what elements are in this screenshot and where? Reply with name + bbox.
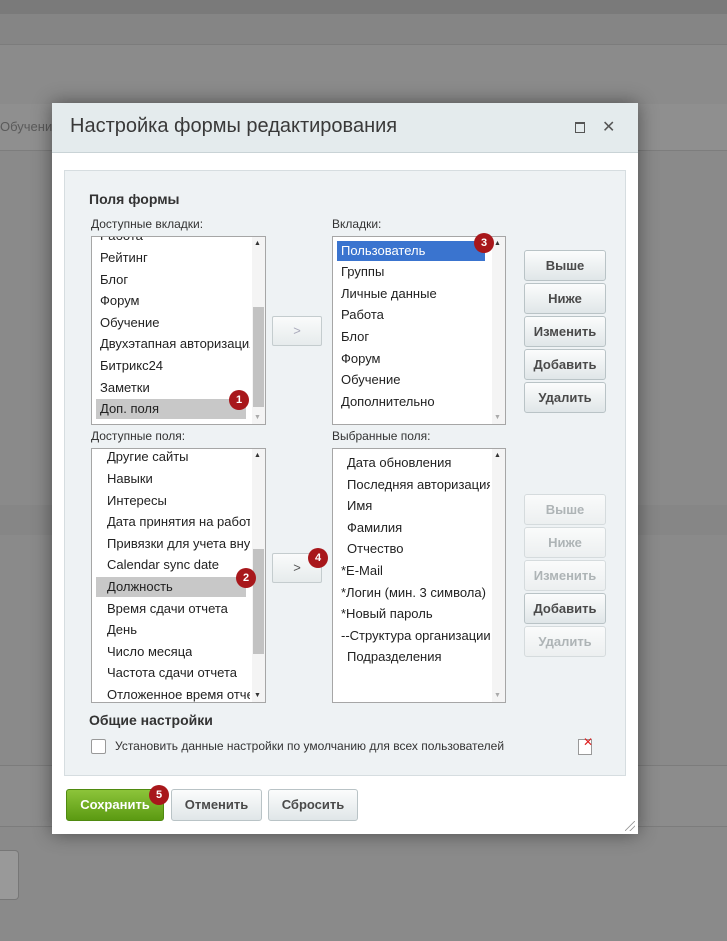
available-tabs-label: Доступные вкладки: (91, 217, 204, 231)
section-title-fields: Поля формы (89, 191, 180, 207)
list-item[interactable]: Последняя авторизация (347, 475, 490, 495)
available-fields-label: Доступные поля: (91, 429, 186, 443)
selected-fields-label: Выбранные поля: (332, 429, 431, 443)
list-item[interactable]: *E-Mail (341, 561, 383, 581)
resize-grip-icon[interactable] (625, 821, 635, 831)
tab-down-button[interactable]: Ниже (524, 283, 606, 314)
list-item[interactable]: Дополнительно (341, 392, 435, 412)
step-badge-4: 4 (308, 548, 328, 568)
bg-header (0, 14, 727, 44)
list-item[interactable]: Личные данные (341, 284, 437, 304)
step-badge-1: 1 (229, 390, 249, 410)
list-item[interactable]: Дата обновления (347, 453, 490, 473)
list-item[interactable]: Фамилия (347, 518, 402, 538)
list-item[interactable]: *Новый пароль (341, 604, 433, 624)
tab-delete-button[interactable]: Удалить (524, 382, 606, 413)
close-icon[interactable]: ✕ (602, 117, 615, 137)
field-add-button[interactable]: Добавить (524, 593, 606, 624)
default-settings-checkbox[interactable] (91, 739, 106, 754)
field-down-button[interactable]: Ниже (524, 527, 606, 558)
list-item[interactable]: Время сдачи отчета (107, 599, 228, 619)
list-item[interactable]: Другие сайты (107, 449, 189, 467)
scroll-down-icon[interactable]: ▼ (254, 692, 261, 699)
field-up-button[interactable]: Выше (524, 494, 606, 525)
form-settings-dialog: Настройка формы редактирования ✕ Поля фо… (52, 103, 638, 834)
tabs-label: Вкладки: (332, 217, 382, 231)
list-item-selected[interactable]: Пользователь (337, 241, 485, 261)
reset-button[interactable]: Сбросить (268, 789, 358, 821)
bg-top-bar (0, 0, 727, 14)
list-item[interactable]: Отложенное время отчета (107, 685, 250, 702)
list-item[interactable]: Двухэтапная авторизация (100, 334, 250, 354)
move-tab-button[interactable]: > (272, 316, 322, 346)
scroll-up-icon[interactable]: ▲ (494, 240, 501, 247)
list-item-selected[interactable]: Должность (96, 577, 246, 597)
scroll-up-icon[interactable]: ▲ (254, 240, 261, 247)
list-item[interactable]: Группы (341, 262, 384, 282)
list-item[interactable]: Число месяца (107, 642, 192, 662)
scrollbar[interactable]: ▲ ▼ (492, 237, 505, 424)
selected-fields-list[interactable]: Дата обновления Последняя авторизация Им… (332, 448, 506, 703)
bg-toolbar (0, 44, 727, 105)
scroll-down-icon[interactable]: ▼ (254, 414, 261, 421)
field-edit-button[interactable]: Изменить (524, 560, 606, 591)
tab-edit-button[interactable]: Изменить (524, 316, 606, 347)
list-item[interactable]: Обучение (341, 370, 400, 390)
delete-settings-icon[interactable]: ✕ (578, 735, 593, 755)
scroll-thumb[interactable] (253, 549, 264, 654)
maximize-icon[interactable] (575, 122, 585, 133)
tabs-list[interactable]: Пользователь Группы Личные данные Работа… (332, 236, 506, 425)
scroll-thumb[interactable] (253, 307, 264, 407)
scrollbar[interactable]: ▲ ▼ (252, 237, 265, 424)
list-item[interactable]: Работа (341, 305, 384, 325)
list-item[interactable]: Форум (100, 291, 140, 311)
list-item[interactable]: Форум (341, 349, 381, 369)
cancel-button[interactable]: Отменить (171, 789, 262, 821)
tab-up-button[interactable]: Выше (524, 250, 606, 281)
bg-side-button (0, 850, 19, 900)
list-item[interactable]: Calendar sync date (107, 555, 219, 575)
scroll-down-icon[interactable]: ▼ (494, 414, 501, 421)
dialog-header: Настройка формы редактирования ✕ (52, 103, 638, 153)
list-item[interactable]: Имя (347, 496, 372, 516)
list-item[interactable]: Подразделения (347, 647, 442, 667)
list-item[interactable]: День (107, 620, 137, 640)
list-item[interactable]: --Структура организации (341, 626, 491, 646)
step-badge-5: 5 (149, 785, 169, 805)
list-item[interactable]: *Логин (мин. 3 символа) (341, 583, 491, 603)
list-item[interactable]: Битрикс24 (100, 356, 163, 376)
scroll-down-icon[interactable]: ▼ (494, 692, 501, 699)
list-item[interactable]: Интересы (107, 491, 167, 511)
list-item[interactable]: Заметки (100, 378, 150, 398)
tab-add-button[interactable]: Добавить (524, 349, 606, 380)
list-item[interactable]: Частота сдачи отчета (107, 663, 237, 683)
list-item[interactable]: Блог (100, 270, 128, 290)
scrollbar[interactable]: ▲ ▼ (492, 449, 505, 702)
list-item[interactable]: Навыки (107, 469, 153, 489)
dialog-title: Настройка формы редактирования (70, 115, 398, 137)
list-item[interactable]: Отчество (347, 539, 404, 559)
list-item[interactable]: Дата принятия на работу (107, 512, 250, 532)
bg-tab-label: Обучение (0, 119, 60, 134)
dialog-content: Поля формы Доступные вкладки: Вкладки: Р… (64, 170, 626, 776)
list-item[interactable]: Привязки для учета внутренних (107, 534, 250, 554)
list-item[interactable]: Блог (341, 327, 369, 347)
scroll-up-icon[interactable]: ▲ (494, 452, 501, 459)
step-badge-3: 3 (474, 233, 494, 253)
scroll-up-icon[interactable]: ▲ (254, 452, 261, 459)
list-item[interactable]: Работа (100, 237, 143, 246)
step-badge-2: 2 (236, 568, 256, 588)
list-item-selected[interactable]: Доп. поля (96, 399, 246, 419)
list-item[interactable]: Рейтинг (100, 248, 148, 268)
default-settings-label: Установить данные настройки по умолчанию… (115, 739, 505, 753)
list-item[interactable]: Обучение (100, 313, 159, 333)
field-delete-button[interactable]: Удалить (524, 626, 606, 657)
section-title-general: Общие настройки (89, 712, 213, 728)
